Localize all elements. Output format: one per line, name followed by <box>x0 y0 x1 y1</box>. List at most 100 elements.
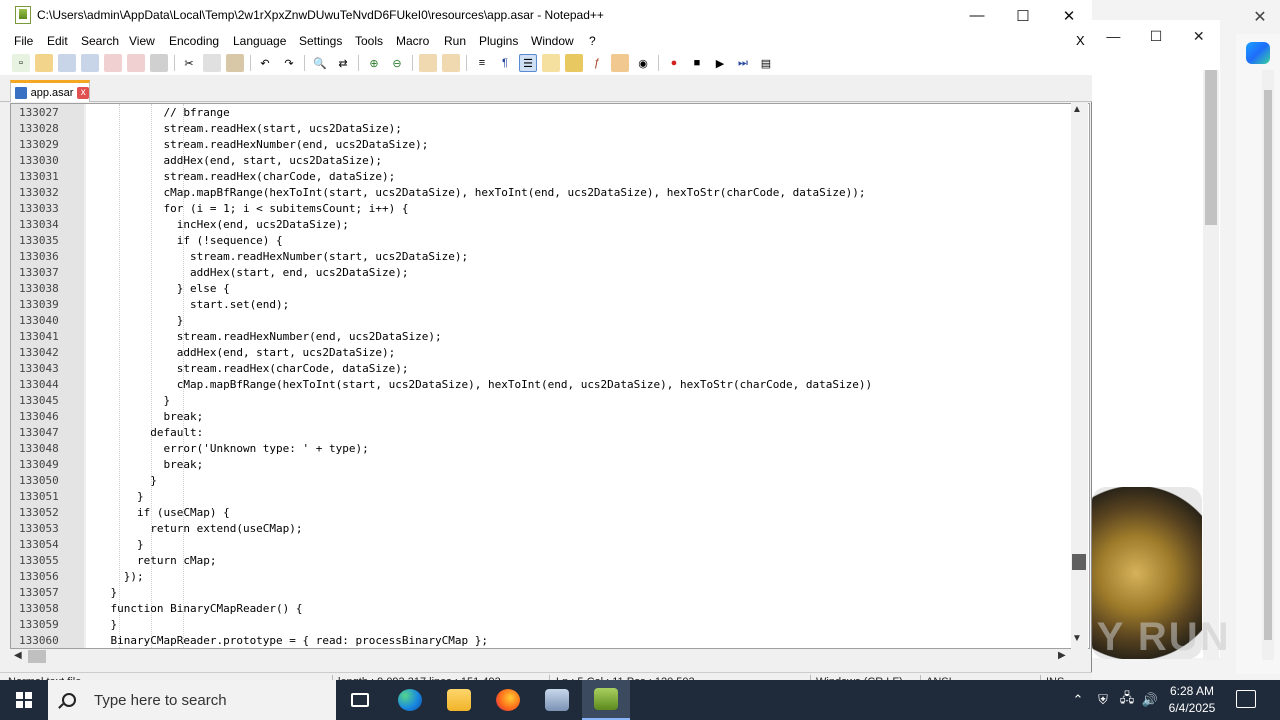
code-line[interactable]: 133054 } <box>11 537 1071 553</box>
sync-h-icon[interactable] <box>442 54 460 72</box>
close-all-icon[interactable] <box>127 54 145 72</box>
scroll-up-icon[interactable]: ▲ <box>1072 104 1082 115</box>
horizontal-scroll-thumb[interactable] <box>28 650 46 663</box>
replace-icon[interactable]: ⇄ <box>334 54 352 72</box>
code-line[interactable]: 133043 stream.readHex(charCode, dataSize… <box>11 361 1071 377</box>
code-text[interactable]: stream.readHexNumber(end, ucs2DataSize); <box>84 329 442 345</box>
open-file-icon[interactable] <box>35 54 53 72</box>
cut-icon[interactable]: ✂ <box>180 54 198 72</box>
save-icon[interactable] <box>58 54 76 72</box>
code-line[interactable]: 133052 if (useCMap) { <box>11 505 1071 521</box>
copy-icon[interactable] <box>203 54 221 72</box>
code-line[interactable]: 133032 cMap.mapBfRange(hexToInt(start, u… <box>11 185 1071 201</box>
menu-settings[interactable]: Settings <box>299 34 342 48</box>
copilot-icon[interactable] <box>1246 42 1270 64</box>
close-icon[interactable] <box>104 54 122 72</box>
menu-macro[interactable]: Macro <box>396 34 429 48</box>
paste-icon[interactable] <box>226 54 244 72</box>
background-close-icon[interactable]: ✕ <box>1240 0 1280 34</box>
code-text[interactable]: stream.readHex(charCode, dataSize); <box>84 169 395 185</box>
code-text[interactable]: break; <box>84 409 203 425</box>
code-line[interactable]: 133037 addHex(start, end, ucs2DataSize); <box>11 265 1071 281</box>
doc-map-icon[interactable] <box>565 54 583 72</box>
firefox-button[interactable] <box>484 680 532 720</box>
show-hidden-icons[interactable]: ⌃ <box>1068 680 1088 720</box>
code-line[interactable]: 133039 start.set(end); <box>11 297 1071 313</box>
code-text[interactable]: start.set(end); <box>84 297 289 313</box>
code-text[interactable]: } <box>84 313 184 329</box>
folder-workspace-icon[interactable] <box>611 54 629 72</box>
code-line[interactable]: 133044 cMap.mapBfRange(hexToInt(start, u… <box>11 377 1071 393</box>
show-all-chars-icon[interactable]: ¶ <box>496 54 514 72</box>
print-icon[interactable] <box>150 54 168 72</box>
redo-icon[interactable]: ↷ <box>280 54 298 72</box>
code-line[interactable]: 133058 function BinaryCMapReader() { <box>11 601 1071 617</box>
code-text[interactable]: cMap.mapBfRange(hexToInt(start, ucs2Data… <box>84 377 872 393</box>
maximize-button[interactable]: ☐ <box>1000 0 1046 31</box>
network-icon[interactable]: 🖧 <box>1116 680 1138 720</box>
clock[interactable]: 6:28 AM 6/4/2025 <box>1160 683 1224 717</box>
app-button[interactable] <box>533 680 581 720</box>
udl-icon[interactable] <box>542 54 560 72</box>
code-text[interactable]: } <box>84 537 144 553</box>
monitor-icon[interactable]: ◉ <box>634 54 652 72</box>
menu-edit[interactable]: Edit <box>47 34 68 48</box>
code-text[interactable]: incHex(end, ucs2DataSize); <box>84 217 349 233</box>
code-text[interactable]: }); <box>84 569 144 585</box>
minimize-button[interactable]: — <box>954 0 1000 31</box>
menu-window[interactable]: Window <box>531 34 574 48</box>
stop-macro-icon[interactable]: ■ <box>688 54 706 72</box>
scroll-left-icon[interactable]: ◀ <box>14 650 22 661</box>
sync-v-icon[interactable] <box>419 54 437 72</box>
close-icon[interactable]: ✕ <box>1177 28 1220 45</box>
sidebar-scroll-thumb[interactable] <box>1264 90 1272 640</box>
code-line[interactable]: 133047 default: <box>11 425 1071 441</box>
code-line[interactable]: 133038 } else { <box>11 281 1071 297</box>
save-macro-icon[interactable]: ▤ <box>757 54 775 72</box>
run-macro-multiple-icon[interactable]: ⏭ <box>734 54 752 72</box>
code-text[interactable]: stream.readHexNumber(start, ucs2DataSize… <box>84 249 468 265</box>
code-text[interactable]: addHex(end, start, ucs2DataSize); <box>84 345 396 361</box>
taskbar-search[interactable]: Type here to search <box>48 680 336 720</box>
code-text[interactable]: function BinaryCMapReader() { <box>84 601 302 617</box>
code-line[interactable]: 133034 incHex(end, ucs2DataSize); <box>11 217 1071 233</box>
code-line[interactable]: 133027 // bfrange <box>11 105 1071 121</box>
menu-tools[interactable]: Tools <box>355 34 383 48</box>
code-line[interactable]: 133040 } <box>11 313 1071 329</box>
zoom-out-icon[interactable]: ⊖ <box>388 54 406 72</box>
background-scroll-thumb[interactable] <box>1205 70 1217 225</box>
code-text[interactable]: } <box>84 489 144 505</box>
find-icon[interactable]: 🔍 <box>311 54 329 72</box>
horizontal-scrollbar[interactable] <box>10 649 1071 665</box>
code-line[interactable]: 133046 break; <box>11 409 1071 425</box>
new-file-icon[interactable]: ▫ <box>12 54 30 72</box>
code-text[interactable]: error('Unknown type: ' + type); <box>84 441 368 457</box>
code-text[interactable]: for (i = 1; i < subitemsCount; i++) { <box>84 201 408 217</box>
notepadpp-taskbar-button[interactable] <box>582 680 630 720</box>
code-line[interactable]: 133051 } <box>11 489 1071 505</box>
code-text[interactable]: if (!sequence) { <box>84 233 283 249</box>
code-line[interactable]: 133042 addHex(end, start, ucs2DataSize); <box>11 345 1071 361</box>
security-icon[interactable]: ⛨ <box>1093 680 1113 720</box>
code-text[interactable]: stream.readHex(start, ucs2DataSize); <box>84 121 401 137</box>
code-line[interactable]: 133050 } <box>11 473 1071 489</box>
code-text[interactable]: default: <box>84 425 203 441</box>
menu-plugins[interactable]: Plugins <box>479 34 518 48</box>
code-line[interactable]: 133033 for (i = 1; i < subitemsCount; i+… <box>11 201 1071 217</box>
code-line[interactable]: 133059 } <box>11 617 1071 633</box>
code-line[interactable]: 133036 stream.readHexNumber(start, ucs2D… <box>11 249 1071 265</box>
task-view-button[interactable] <box>336 680 384 720</box>
record-macro-icon[interactable]: ● <box>665 54 683 72</box>
code-line[interactable]: 133048 error('Unknown type: ' + type); <box>11 441 1071 457</box>
code-line[interactable]: 133049 break; <box>11 457 1071 473</box>
file-explorer-button[interactable] <box>435 680 483 720</box>
code-text[interactable]: stream.readHex(charCode, dataSize); <box>84 361 409 377</box>
function-list-icon[interactable]: ƒ <box>588 54 606 72</box>
code-line[interactable]: 133028 stream.readHex(start, ucs2DataSiz… <box>11 121 1071 137</box>
scroll-right-icon[interactable]: ▶ <box>1058 650 1066 661</box>
code-text[interactable]: return extend(useCMap); <box>84 521 302 537</box>
code-text[interactable]: } <box>84 473 157 489</box>
code-line[interactable]: 133055 return cMap; <box>11 553 1071 569</box>
scroll-down-icon[interactable]: ▼ <box>1072 633 1082 644</box>
start-button[interactable] <box>0 680 48 720</box>
